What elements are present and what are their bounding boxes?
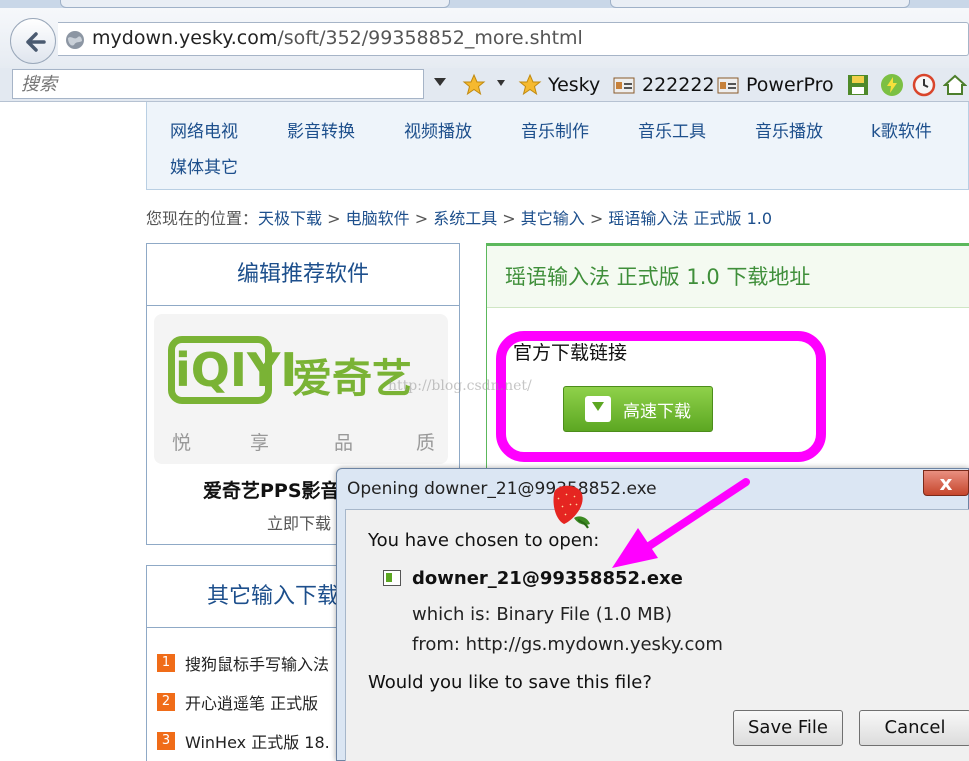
breadcrumb-prefix: 您现在的位置： [146, 209, 259, 228]
bookmark-powerpro[interactable]: PowerPro [716, 71, 834, 99]
clock-icon [912, 73, 936, 97]
bookmark-label: 222222 [642, 74, 715, 96]
bookmark-222222[interactable]: 222222 [612, 71, 715, 99]
star-icon [462, 73, 486, 96]
breadcrumb: 您现在的位置：天极下载 > 电脑软件 > 系统工具 > 其它输入 > 瑶语输入法… [146, 209, 773, 228]
highlight-annotation [496, 331, 826, 462]
list-item-label: 开心逍遥笔 正式版 [185, 694, 319, 713]
address-bar[interactable]: mydown.yesky.com/soft/352/99358852_more.… [58, 22, 969, 56]
navigation-bar: mydown.yesky.com/soft/352/99358852_more.… [0, 8, 969, 68]
list-item[interactable]: 2 开心逍遥笔 正式版 [157, 690, 318, 714]
list-item[interactable]: 1 搜狗鼠标手写输入法 [157, 651, 329, 675]
category-link[interactable]: 视频播放 [404, 117, 472, 142]
arrow-annotation [612, 478, 750, 568]
speed-button[interactable] [880, 71, 904, 99]
chosen-label: You have chosen to open: [368, 530, 600, 551]
browser-tab[interactable] [610, 0, 910, 8]
panel-title: 瑶语输入法 正式版 1.0 下载地址 [487, 246, 969, 308]
back-arrow-icon [26, 32, 46, 52]
search-input[interactable] [13, 70, 423, 98]
save-file-button[interactable]: Save File [733, 710, 843, 746]
breadcrumb-link[interactable]: 其它输入 [521, 209, 585, 228]
category-link[interactable]: 媒体其它 [170, 153, 238, 178]
rank-badge: 2 [157, 693, 175, 711]
bookmark-label: Yesky [548, 74, 601, 96]
list-item[interactable]: 3 WinHex 正式版 18. [157, 729, 330, 753]
file-icon [383, 570, 401, 586]
back-button[interactable] [10, 18, 56, 64]
file-source: from: http://gs.mydown.yesky.com [412, 634, 723, 655]
watermark: http://blog.csdn.net/ [388, 378, 532, 394]
bookmark-yesky[interactable]: Yesky [518, 71, 600, 99]
slogan-char: 质 [416, 432, 436, 454]
home-icon [943, 74, 967, 95]
file-type: which is: Binary File (1.0 MB) [412, 604, 672, 625]
browser-tab[interactable] [60, 0, 450, 8]
breadcrumb-link[interactable]: 天极下载 [258, 209, 322, 228]
breadcrumb-link[interactable]: 系统工具 [433, 209, 497, 228]
category-link[interactable]: k歌软件 [871, 117, 932, 142]
cancel-button[interactable]: Cancel [859, 710, 969, 746]
chevron-down-icon[interactable] [434, 78, 446, 86]
slogan-char: 享 [250, 432, 270, 454]
history-button[interactable] [912, 71, 936, 99]
iqiyi-logo: iQIYI [168, 336, 297, 404]
lightning-icon [881, 74, 903, 96]
search-field[interactable] [12, 69, 424, 99]
slogan-char: 悦 [172, 432, 192, 454]
list-item-label: 搜狗鼠标手写输入法 [185, 655, 330, 674]
bookmarks-toolbar: Yesky 222222 PowerPro [0, 68, 969, 102]
breadcrumb-link[interactable]: 电脑软件 [346, 209, 410, 228]
category-link[interactable]: 音乐制作 [521, 117, 589, 142]
save-page-button[interactable] [846, 71, 870, 99]
url-text: mydown.yesky.com/soft/352/99358852_more.… [92, 27, 583, 49]
app-name-link[interactable]: 爱奇艺PPS影音 [203, 476, 340, 503]
strawberry-icon [553, 485, 590, 529]
category-link[interactable]: 网络电视 [170, 117, 238, 142]
globe-icon [66, 31, 84, 49]
bookmark-label: PowerPro [746, 74, 834, 96]
favorites-button[interactable] [462, 71, 486, 99]
star-icon [518, 73, 542, 96]
contact-card-icon [613, 77, 635, 94]
category-link[interactable]: 音乐工具 [638, 117, 706, 142]
floppy-icon [848, 75, 868, 95]
contact-card-icon [717, 77, 739, 94]
category-link[interactable]: 影音转换 [287, 117, 355, 142]
category-link[interactable]: 音乐播放 [755, 117, 823, 142]
panel-title: 编辑推荐软件 [147, 244, 459, 306]
category-nav: 网络电视 影音转换 视频播放 音乐制作 音乐工具 音乐播放 k歌软件 媒体其它 [146, 102, 969, 190]
rank-badge: 3 [157, 732, 175, 750]
tab-strip [0, 0, 969, 8]
chevron-down-icon[interactable] [497, 80, 505, 86]
slogan-char: 品 [334, 432, 354, 454]
iqiyi-brand: 爱奇艺 [292, 356, 412, 402]
breadcrumb-link[interactable]: 瑶语输入法 正式版 1.0 [608, 209, 772, 228]
close-button[interactable]: x [923, 470, 969, 496]
rank-badge: 1 [157, 654, 175, 672]
home-button[interactable] [943, 71, 967, 99]
download-now-link[interactable]: 立即下载 [267, 510, 331, 534]
list-item-label: WinHex 正式版 18. [185, 733, 330, 752]
save-question: Would you like to save this file? [368, 672, 652, 693]
